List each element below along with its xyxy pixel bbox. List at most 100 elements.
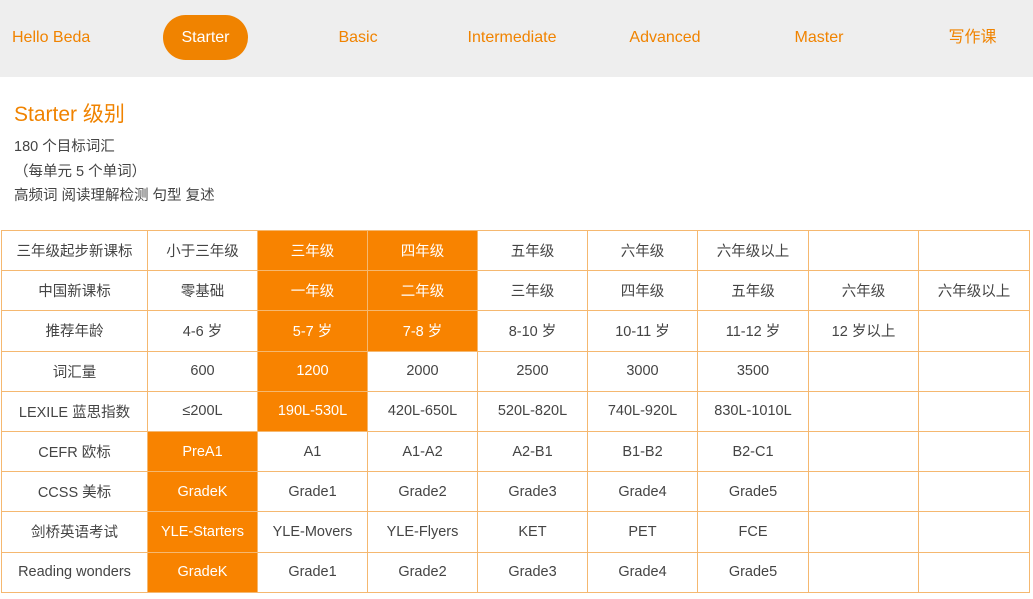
- table-cell: A1: [257, 430, 368, 473]
- table-cell: 五年级: [697, 270, 809, 312]
- table-cell: B1-B2: [587, 430, 698, 473]
- table-cell: Grade5: [697, 551, 809, 593]
- table-cell: 3500: [697, 350, 809, 392]
- table-row: Reading wonders GradeK Grade1 Grade2 Grade3 G…: [1, 551, 1030, 593]
- table-cell: 5-7 岁: [257, 310, 368, 352]
- table-cell: B2-C1: [697, 430, 809, 473]
- table-cell: [808, 511, 919, 553]
- level-comparison-table: 三年级起步新课标 小于三年级 三年级 四年级 五年级 六年级 六年级以上 中国新课标 零基础 一年…: [1, 229, 1030, 593]
- table-cell: Grade3: [477, 551, 588, 593]
- table-cell: PreA1: [147, 430, 258, 473]
- table-cell: [808, 229, 919, 272]
- table-cell: [918, 430, 1030, 473]
- level-info: Starter 级别 180 个目标词汇 （每单元 5 个单词） 高频词 阅读理…: [14, 102, 215, 209]
- table-cell: 六年级以上: [918, 270, 1030, 312]
- table-cell: GradeK: [147, 471, 258, 513]
- row-header-cell: LEXILE 蓝思指数: [1, 390, 148, 432]
- table-cell: Grade5: [697, 471, 809, 513]
- table-cell: 3000: [587, 350, 698, 392]
- table-cell: [918, 350, 1030, 392]
- table-cell: [808, 390, 919, 432]
- table-cell: 六年级: [587, 229, 698, 272]
- table-cell: 420L-650L: [367, 390, 478, 432]
- table-cell: 小于三年级: [147, 229, 258, 272]
- table-cell: [808, 551, 919, 593]
- table-cell: YLE-Starters: [147, 511, 258, 553]
- row-header-cell: 剑桥英语考试: [1, 511, 148, 553]
- table-cell: [808, 350, 919, 392]
- top-nav: Hello Beda Starter Basic Intermediate Ad…: [0, 0, 1033, 77]
- table-cell: 600: [147, 350, 258, 392]
- table-cell: 2000: [367, 350, 478, 392]
- table-cell: 830L-1010L: [697, 390, 809, 432]
- table-cell: 2500: [477, 350, 588, 392]
- table-cell: Grade3: [477, 471, 588, 513]
- table-cell: FCE: [697, 511, 809, 553]
- level-title: Starter 级别: [14, 103, 125, 126]
- table-cell: KET: [477, 511, 588, 553]
- table-cell: [808, 471, 919, 513]
- info-skills: 高频词 阅读理解检测 句型 复述: [14, 188, 215, 204]
- table-cell: Grade4: [587, 551, 698, 593]
- table-row: 词汇量 600 1200 2000 2500 3000 3500: [1, 350, 1030, 392]
- table-cell: 4-6 岁: [147, 310, 258, 352]
- nav-item-advanced[interactable]: Advanced: [620, 15, 710, 60]
- table-cell: [918, 471, 1030, 513]
- table-cell: 四年级: [367, 229, 478, 272]
- nav-item-master[interactable]: Master: [784, 15, 854, 60]
- table-cell: 740L-920L: [587, 390, 698, 432]
- table-row: 中国新课标 零基础 一年级 二年级 三年级 四年级 五年级 六年级 六年级以上: [1, 270, 1030, 312]
- table-cell: [918, 390, 1030, 432]
- table-cell: 四年级: [587, 270, 698, 312]
- table-cell: 11-12 岁: [697, 310, 809, 352]
- row-header-cell: 推荐年龄: [1, 310, 148, 352]
- row-header-cell: Reading wonders: [1, 551, 148, 593]
- row-header-cell: 中国新课标: [1, 270, 148, 312]
- table-cell: YLE-Movers: [257, 511, 368, 553]
- table-cell: [918, 229, 1030, 272]
- table-cell: 零基础: [147, 270, 258, 312]
- table-cell: A2-B1: [477, 430, 588, 473]
- table-cell: 六年级: [808, 270, 919, 312]
- table-cell: [918, 551, 1030, 593]
- table-row: CCSS 美标 GradeK Grade1 Grade2 Grade3 Grade4 Gra…: [1, 471, 1030, 513]
- table-cell: Grade4: [587, 471, 698, 513]
- table-cell: 三年级: [477, 270, 588, 312]
- table-cell: ≤200L: [147, 390, 258, 432]
- table-cell: [808, 430, 919, 473]
- nav-item-writing[interactable]: 写作课: [940, 15, 1005, 60]
- table-cell: 1200: [257, 350, 368, 392]
- table-cell: 12 岁以上: [808, 310, 919, 352]
- row-header-cell: 三年级起步新课标: [1, 229, 148, 272]
- row-header-cell: CCSS 美标: [1, 471, 148, 513]
- table-row: CEFR 欧标 PreA1 A1 A1-A2 A2-B1 B1-B2 B2-C1: [1, 430, 1030, 473]
- table-cell: 190L-530L: [257, 390, 368, 432]
- nav-item-basic[interactable]: Basic: [318, 15, 398, 60]
- table-cell: 三年级: [257, 229, 368, 272]
- row-header-cell: CEFR 欧标: [1, 430, 148, 473]
- table-cell: Grade1: [257, 551, 368, 593]
- table-cell: 六年级以上: [697, 229, 809, 272]
- table-cell: [918, 511, 1030, 553]
- table-cell: 7-8 岁: [367, 310, 478, 352]
- table-cell: GradeK: [147, 551, 258, 593]
- row-header-cell: 词汇量: [1, 350, 148, 392]
- table-cell: Grade2: [367, 471, 478, 513]
- nav-item-intermediate[interactable]: Intermediate: [462, 15, 562, 60]
- table-cell: 8-10 岁: [477, 310, 588, 352]
- nav-item-hello-beda[interactable]: Hello Beda: [12, 15, 92, 60]
- info-vocab-count: 180 个目标词汇: [14, 139, 115, 155]
- table-cell: Grade1: [257, 471, 368, 513]
- table-cell: 10-11 岁: [587, 310, 698, 352]
- table-row: 推荐年龄 4-6 岁 5-7 岁 7-8 岁 8-10 岁 10-11 岁 11-12 岁1…: [1, 310, 1030, 352]
- table-cell: YLE-Flyers: [367, 511, 478, 553]
- table-cell: 二年级: [367, 270, 478, 312]
- table-row: 剑桥英语考试 YLE-Starters YLE-Movers YLE-Flyers KE…: [1, 511, 1030, 553]
- table-cell: 520L-820L: [477, 390, 588, 432]
- table-cell: 五年级: [477, 229, 588, 272]
- nav-item-starter[interactable]: Starter: [163, 15, 248, 60]
- table-cell: PET: [587, 511, 698, 553]
- table-row: 三年级起步新课标 小于三年级 三年级 四年级 五年级 六年级 六年级以上: [1, 229, 1030, 272]
- table-cell: 一年级: [257, 270, 368, 312]
- info-per-unit: （每单元 5 个单词）: [14, 163, 147, 180]
